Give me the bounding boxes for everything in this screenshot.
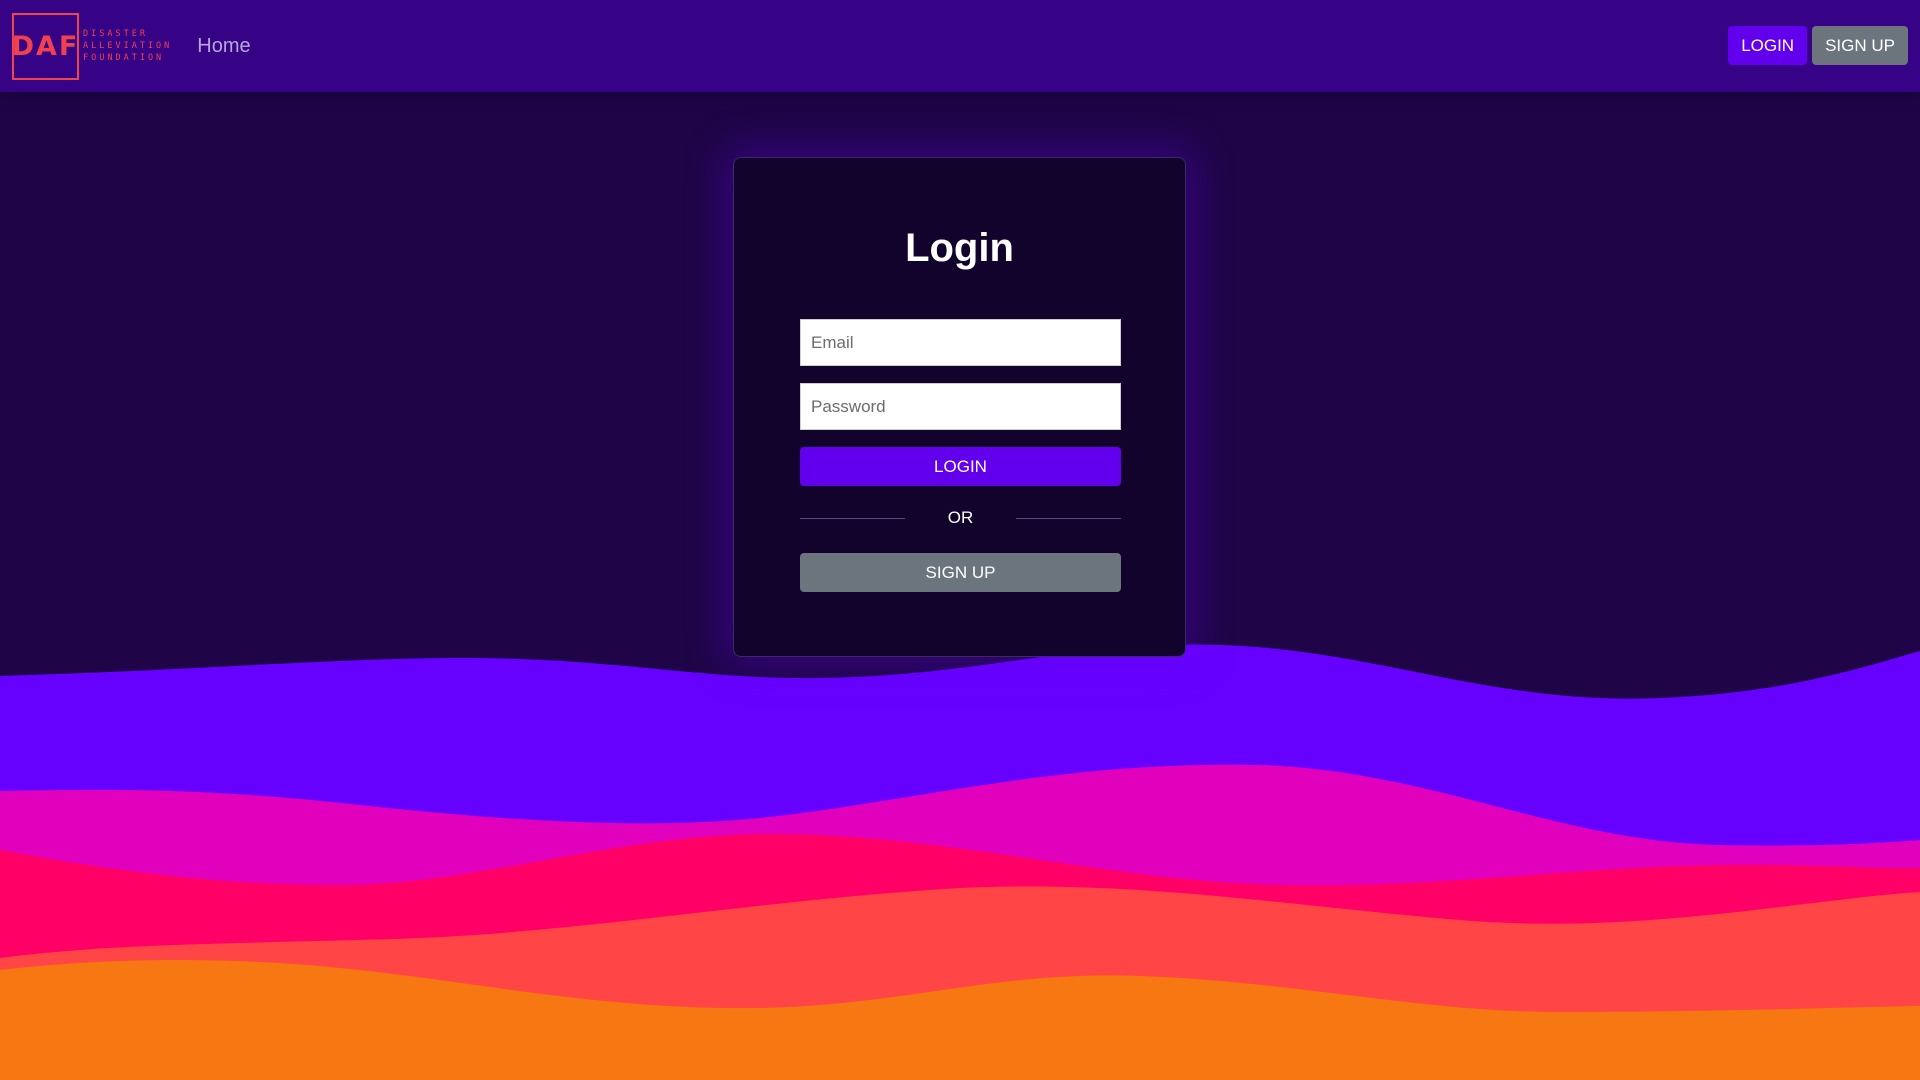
login-card: Login LOGIN OR SIGN UP bbox=[733, 157, 1186, 657]
logo-line-1: DISASTER bbox=[83, 29, 148, 39]
divider-line-right bbox=[1016, 517, 1121, 519]
nav-home-link[interactable]: Home bbox=[197, 35, 250, 58]
or-divider: OR bbox=[800, 498, 1121, 538]
login-submit-button[interactable]: LOGIN bbox=[800, 447, 1121, 486]
logo-line-2: ALLEVIATION bbox=[83, 41, 173, 51]
logo-text: DISASTER ALLEVIATION FOUNDATION bbox=[83, 28, 172, 64]
divider-line-left bbox=[800, 517, 905, 519]
password-input[interactable] bbox=[800, 383, 1121, 430]
logo-line-3: FOUNDATION bbox=[83, 53, 165, 63]
email-input[interactable] bbox=[800, 319, 1121, 366]
daf-logo[interactable]: DAF DISASTER ALLEVIATION FOUNDATION bbox=[12, 12, 172, 80]
nav-signup-button[interactable]: SIGN UP bbox=[1812, 26, 1908, 65]
signup-button[interactable]: SIGN UP bbox=[800, 553, 1121, 592]
login-title: Login bbox=[905, 226, 1014, 270]
nav-login-button[interactable]: LOGIN bbox=[1728, 26, 1808, 65]
logo-mark: DAF bbox=[12, 12, 79, 80]
nav-auth-buttons: LOGIN SIGN UP bbox=[1728, 26, 1908, 65]
divider-text: OR bbox=[947, 508, 974, 527]
top-navbar: DAF DISASTER ALLEVIATION FOUNDATION Home… bbox=[0, 0, 1920, 92]
